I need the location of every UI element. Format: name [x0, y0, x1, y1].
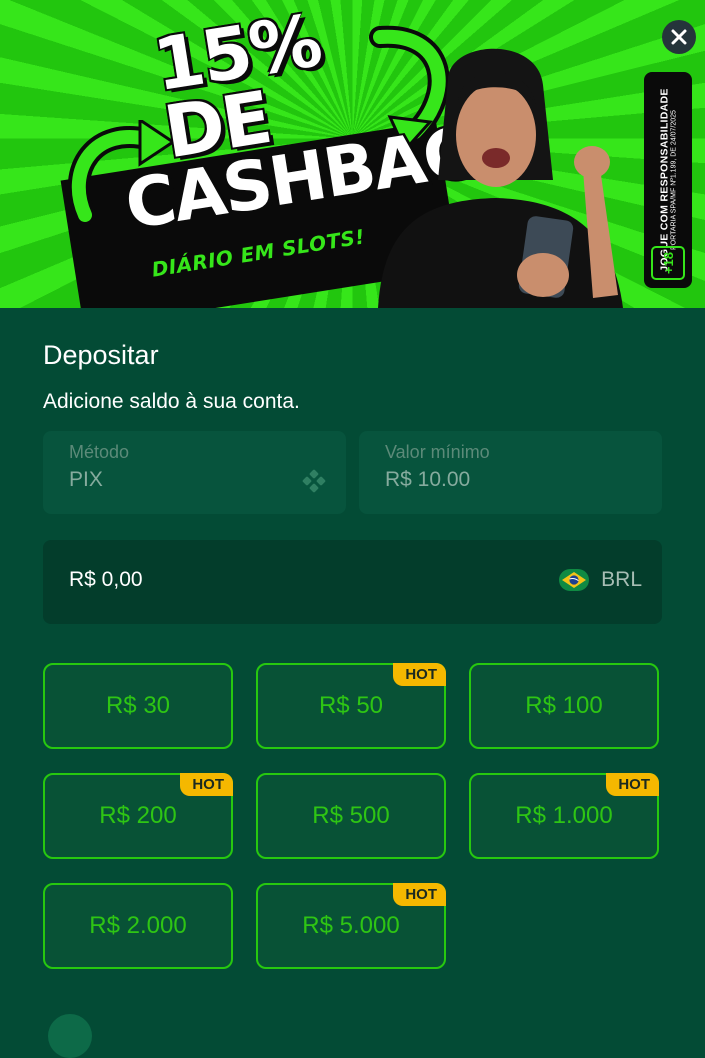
close-button[interactable]	[662, 20, 696, 54]
method-field: Método PIX	[43, 431, 346, 514]
quick-amount-label: R$ 2.000	[89, 912, 187, 939]
quick-amount-button[interactable]: R$ 5.000 HOT	[256, 883, 446, 969]
min-value-field: Valor mínimo R$ 10.00	[359, 431, 662, 514]
brazil-flag-icon	[559, 569, 590, 591]
quick-amount-button[interactable]: R$ 2.000	[43, 883, 233, 969]
quick-amount-button[interactable]: R$ 1.000 HOT	[469, 773, 659, 859]
amount-input[interactable]: R$ 0,00	[69, 568, 143, 592]
quick-amount-label: R$ 30	[105, 692, 171, 719]
hot-badge: HOT	[393, 663, 446, 686]
quick-amount-button[interactable]: R$ 50 HOT	[256, 663, 446, 749]
age-rating-badge: +18	[651, 246, 685, 280]
currency-code: BRL	[601, 568, 642, 591]
method-value: PIX	[69, 468, 103, 491]
page-title: Depositar	[43, 340, 159, 370]
pix-icon	[302, 469, 326, 493]
method-label: Método	[69, 442, 130, 462]
quick-amount-button[interactable]: R$ 500	[256, 773, 446, 859]
promo-banner[interactable]: 15% DE CASHBACK DIÁRIO EM SLOTS! JOGUE C…	[0, 0, 705, 308]
hot-badge: HOT	[606, 773, 659, 796]
min-value-value: R$ 10.00	[385, 468, 471, 491]
min-value-label: Valor mínimo	[385, 442, 490, 462]
responsibility-subtext: PORTARIA SPA/MF Nº1.199, DE 24/07/2025	[670, 110, 678, 250]
partially-visible-control	[48, 1014, 92, 1058]
quick-amount-button[interactable]: R$ 30	[43, 663, 233, 749]
quick-amount-label: R$ 200	[99, 802, 177, 829]
close-icon	[671, 29, 687, 45]
currency-selector: BRL	[559, 568, 642, 592]
responsibility-text: JOGUE COM RESPONSABILIDADE PORTARIA SPA/…	[659, 88, 678, 271]
quick-amount-label: R$ 5.000	[302, 912, 400, 939]
quick-amount-label: R$ 1.000	[515, 802, 613, 829]
page-subtitle: Adicione saldo à sua conta.	[43, 390, 300, 413]
quick-amount-label: R$ 500	[312, 802, 390, 829]
responsibility-title: JOGUE COM RESPONSABILIDADE	[658, 88, 671, 272]
quick-amount-label: R$ 50	[318, 692, 384, 719]
quick-amount-button[interactable]: R$ 200 HOT	[43, 773, 233, 859]
amount-input-field[interactable]: R$ 0,00 BRL	[43, 540, 662, 624]
hot-badge: HOT	[180, 773, 233, 796]
hot-badge: HOT	[393, 883, 446, 906]
quick-amount-label: R$ 100	[525, 692, 603, 719]
banner-person-image	[378, 48, 623, 308]
quick-amount-button[interactable]: R$ 100	[469, 663, 659, 749]
